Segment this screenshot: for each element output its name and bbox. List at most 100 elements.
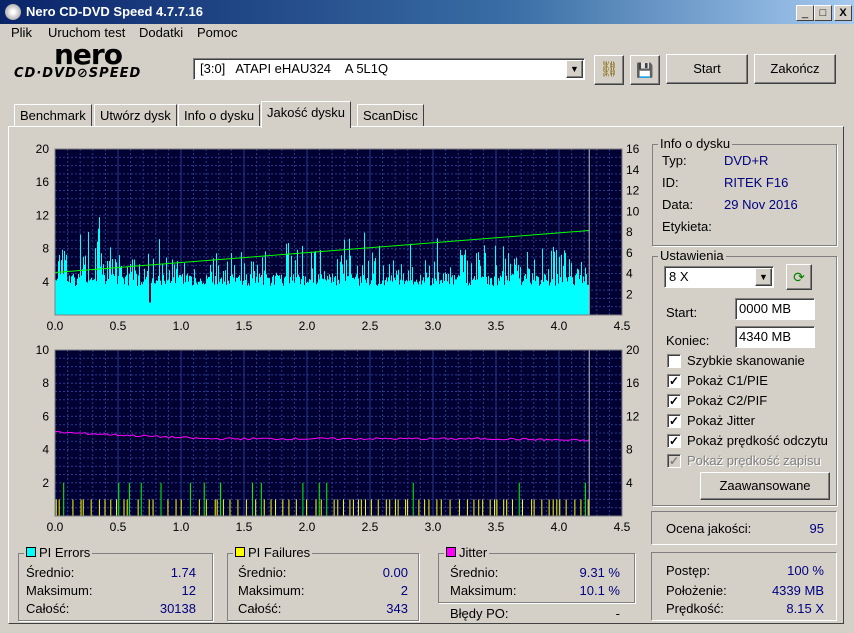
pi-errors-max-label: Maksimum: — [26, 583, 93, 598]
disc-type-label: Typ: — [662, 153, 687, 168]
x-tick-label: 1.0 — [173, 319, 190, 333]
pi-errors-total-label: Całość: — [26, 601, 70, 616]
save-button[interactable]: 💾 — [630, 55, 660, 85]
pi-failures-title-wrap: PI Failures — [233, 545, 313, 560]
start-button[interactable]: Start — [666, 54, 748, 84]
pi-errors-chart: 0.0 0.5 1.0 1.5 2.0 2.5 3.0 3.5 4.0 4.54812162024… — [36, 142, 640, 333]
position-value: 4339 MB — [771, 583, 824, 598]
pi-failures-total: 343 — [386, 601, 408, 616]
pi-errors-title-wrap: PI Errors — [24, 545, 93, 560]
checkbox-2[interactable]: ✓ — [667, 394, 681, 408]
y-left-tick-label: 4 — [42, 443, 49, 457]
close-window-button[interactable]: X — [834, 5, 852, 21]
end-input[interactable]: 4340 MB — [735, 326, 815, 348]
disc-info-title: Info o dysku — [658, 136, 733, 151]
jitter-title: Jitter — [459, 545, 488, 560]
x-tick-label: 2.0 — [299, 520, 316, 533]
jitter-avg-label: Średnio: — [450, 565, 499, 580]
tab-benchmark[interactable]: Benchmark — [14, 104, 92, 127]
drive-select[interactable]: [3:0] ATAPI eHAU324 A 5L1Q ▼ — [193, 58, 585, 80]
drive-select-value: [3:0] ATAPI eHAU324 A 5L1Q — [200, 61, 389, 76]
jitter-max-label: Maksimum: — [450, 583, 517, 598]
x-tick-label: 4.5 — [614, 520, 631, 533]
jitter-swatch — [446, 547, 456, 557]
pi-errors-avg-label: Średnio: — [26, 565, 75, 580]
checkbox-0[interactable] — [667, 354, 681, 368]
settings-title: Ustawienia — [658, 248, 726, 263]
position-label: Położenie: — [666, 583, 727, 598]
speed-value: 8.15 X — [786, 601, 824, 616]
y-right-tick-label: 12 — [626, 409, 640, 423]
tab-scandisc[interactable]: ScanDisc — [357, 104, 424, 127]
disc-date-value: 29 Nov 2016 — [724, 197, 798, 212]
exit-button[interactable]: Zakończ — [754, 54, 836, 84]
speed-dropdown-arrow-icon[interactable]: ▼ — [755, 268, 772, 286]
drive-info-icon-button[interactable]: ⛓ — [594, 55, 624, 85]
end-label: Koniec: — [666, 333, 710, 348]
y-right-tick-label: 4 — [626, 267, 633, 281]
y-right-tick-label: 6 — [626, 246, 633, 260]
y-right-tick-label: 10 — [626, 204, 640, 218]
tab-disc-quality[interactable]: Jakość dysku — [261, 101, 352, 128]
maximize-button[interactable]: □ — [814, 5, 832, 21]
pi-failures-max-label: Maksimum: — [238, 583, 305, 598]
y-left-tick-label: 12 — [36, 208, 50, 222]
menu-file[interactable]: Plik — [6, 24, 37, 42]
pi-failures-max: 2 — [400, 583, 408, 598]
refresh-speed-button[interactable]: ⟳ — [786, 264, 812, 290]
quality-score-value: 95 — [809, 521, 824, 536]
advanced-button[interactable]: Zaawansowane — [700, 472, 830, 500]
quality-score-label: Ocena jakości: — [666, 521, 752, 536]
progress-value: 100 % — [787, 563, 824, 578]
y-left-tick-label: 4 — [42, 275, 49, 289]
y-right-tick-label: 16 — [626, 376, 640, 390]
nero-logo: nero CD·DVD⊘SPEED — [14, 38, 164, 86]
checkbox-3[interactable]: ✓ — [667, 414, 681, 428]
y-right-tick-label: 4 — [626, 476, 633, 490]
speed-select[interactable]: 8 X ▼ — [664, 266, 774, 288]
po-errors-label: Błędy PO: — [450, 606, 509, 621]
disc-id-label: ID: — [662, 175, 679, 190]
checkbox-4[interactable]: ✓ — [667, 434, 681, 448]
app-disc-icon — [5, 4, 21, 20]
pi-failures-swatch — [235, 547, 245, 557]
y-right-tick-label: 20 — [626, 343, 640, 357]
disc-date-label: Data: — [662, 197, 694, 212]
checkbox-label-4: Pokaż prędkość odczytu — [687, 433, 828, 448]
checkbox-1[interactable]: ✓ — [667, 374, 681, 388]
dropdown-arrow-icon[interactable]: ▼ — [566, 60, 583, 78]
menu-extras[interactable]: Dodatki — [134, 24, 188, 42]
minimize-button[interactable]: _ — [796, 5, 814, 21]
pi-failures-total-label: Całość: — [238, 601, 282, 616]
y-right-tick-label: 12 — [626, 184, 640, 198]
jitter-title-wrap: Jitter — [444, 545, 490, 560]
y-left-tick-label: 6 — [42, 409, 49, 423]
x-tick-label: 3.5 — [488, 520, 505, 533]
y-right-tick-label: 16 — [626, 142, 640, 156]
disc-id-value: RITEK F16 — [724, 175, 789, 190]
window-title: Nero CD-DVD Speed 4.7.7.16 — [26, 4, 204, 19]
speed-select-value: 8 X — [669, 269, 689, 284]
start-input[interactable]: 0000 MB — [735, 298, 815, 320]
y-right-tick-label: 8 — [626, 225, 633, 239]
x-tick-label: 2.5 — [362, 319, 379, 333]
pi-failures-title: PI Failures — [248, 545, 311, 560]
x-tick-label: 1.0 — [173, 520, 190, 533]
disc-labels-label: Etykieta: — [662, 219, 712, 234]
po-errors-value: - — [615, 606, 620, 621]
pi-errors-avg: 1.74 — [170, 565, 196, 580]
x-tick-label: 0.5 — [110, 520, 127, 533]
x-tick-label: 2.0 — [299, 319, 316, 333]
checkbox-label-1: Pokaż C1/PIE — [687, 373, 768, 388]
y-right-tick-label: 14 — [626, 163, 640, 177]
menu-help[interactable]: Pomoc — [192, 24, 242, 42]
tab-create-disc[interactable]: Utwórz dysk — [94, 104, 177, 127]
jitter-avg: 9.31 % — [579, 565, 620, 580]
y-left-tick-label: 8 — [42, 376, 49, 390]
y-right-tick-label: 2 — [626, 287, 633, 301]
y-left-tick-label: 16 — [36, 175, 50, 189]
checkbox-5: ✓ — [667, 454, 681, 468]
pi-errors-swatch — [26, 547, 36, 557]
tab-disc-info[interactable]: Info o dysku — [178, 104, 261, 127]
logo-subtitle-text: CD·DVD⊘SPEED — [14, 66, 142, 81]
